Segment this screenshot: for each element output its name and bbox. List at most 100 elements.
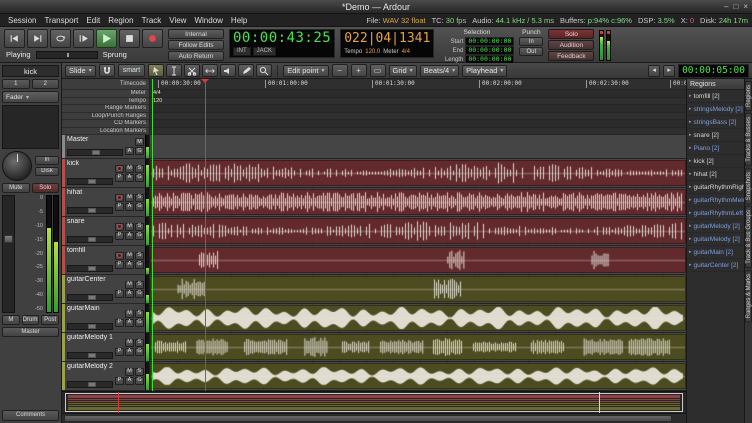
- track-gain-handle[interactable]: [88, 208, 96, 213]
- menu-region[interactable]: Region: [104, 16, 137, 25]
- region-list-item[interactable]: ▸Piano [2]: [687, 142, 744, 155]
- track-gain-handle[interactable]: [88, 353, 96, 358]
- track-g-button[interactable]: G: [135, 377, 144, 385]
- edit-mode-combo[interactable]: Slide▾: [65, 65, 96, 77]
- ruler-cell-loop-punch-ranges[interactable]: [150, 113, 686, 121]
- region-list-item[interactable]: ▸guitarRhythmMelody [2]: [687, 194, 744, 207]
- audio-region[interactable]: [150, 334, 686, 360]
- menu-edit[interactable]: Edit: [82, 16, 104, 25]
- audio-region[interactable]: [150, 305, 686, 331]
- track-gain-slider[interactable]: [67, 381, 113, 388]
- feedback-button[interactable]: Feedback: [548, 51, 594, 61]
- track-header-guitarmelody-2[interactable]: guitarMelody 2 MS PAG: [62, 362, 150, 391]
- audio-region[interactable]: [150, 276, 686, 302]
- monitor-in-button[interactable]: In: [35, 156, 59, 165]
- track-s-button[interactable]: S: [135, 165, 144, 173]
- expand-arrow-icon[interactable]: ▸: [689, 119, 692, 125]
- close-icon[interactable]: ×: [743, 3, 748, 11]
- internal-button[interactable]: Internal: [168, 29, 224, 39]
- nudge-back-button[interactable]: ◂: [648, 65, 660, 77]
- track-canvas-guitarmain[interactable]: [150, 304, 686, 333]
- pan-knob[interactable]: [2, 151, 32, 181]
- ruler-label-range-markers[interactable]: Range Markers: [62, 105, 150, 113]
- track-canvas-hihat[interactable]: [150, 188, 686, 217]
- track-gain-slider[interactable]: [67, 149, 123, 156]
- track-s-button[interactable]: S: [135, 281, 144, 289]
- nudge-clock[interactable]: 00:00:05:00: [678, 64, 749, 78]
- expand-arrow-icon[interactable]: ▸: [689, 106, 692, 112]
- region-list-item[interactable]: ▸tomfill [2]: [687, 90, 744, 103]
- monitor-disk-button[interactable]: Disk: [35, 167, 59, 176]
- track-gain-slider[interactable]: [67, 265, 113, 272]
- track-g-button[interactable]: G: [135, 290, 144, 298]
- region-list-item[interactable]: ▸guitarMain [2]: [687, 246, 744, 259]
- summary-view-rectangle[interactable]: [65, 393, 683, 412]
- track-m-button[interactable]: M: [125, 252, 134, 260]
- tempo-marker[interactable]: 120: [153, 98, 162, 105]
- menu-track[interactable]: Track: [138, 16, 166, 25]
- expand-arrow-icon[interactable]: ▸: [689, 249, 692, 255]
- track-header-hihat[interactable]: hihat MS PAG: [62, 188, 150, 217]
- follow-edits-button[interactable]: Follow Edits: [168, 40, 224, 50]
- track-s-button[interactable]: S: [135, 339, 144, 347]
- audition-button[interactable]: Audition: [548, 40, 594, 50]
- audition-tool-button[interactable]: [220, 64, 236, 77]
- sync-jack-button[interactable]: JACK: [253, 47, 276, 56]
- expand-arrow-icon[interactable]: ▸: [689, 210, 692, 216]
- strip-m-button[interactable]: M: [2, 315, 20, 325]
- track-s-button[interactable]: S: [135, 252, 144, 260]
- track-a-button[interactable]: A: [125, 348, 134, 356]
- ruler-label-loop-punch-ranges[interactable]: Loop/Punch Ranges: [62, 113, 150, 121]
- track-canvas-guitarmelody-2[interactable]: [150, 362, 686, 391]
- track-gain-handle[interactable]: [88, 266, 96, 271]
- track-canvas-snare[interactable]: [150, 217, 686, 246]
- edit-point-combo[interactable]: Edit point▾: [283, 65, 328, 77]
- track-p-button[interactable]: P: [115, 261, 124, 269]
- track-a-button[interactable]: A: [125, 377, 134, 385]
- track-gain-handle[interactable]: [88, 295, 96, 300]
- solo-button[interactable]: Solo: [548, 29, 594, 39]
- secondary-clock[interactable]: 022|04|1341: [344, 31, 430, 46]
- solo-button[interactable]: Solo: [32, 183, 60, 193]
- punch-in-button[interactable]: In: [519, 37, 543, 46]
- fader-mode-combo[interactable]: Fader▾: [2, 91, 59, 103]
- ruler-label-cd-markers[interactable]: CD Markers: [62, 120, 150, 128]
- comments-button[interactable]: Comments: [2, 410, 59, 421]
- expand-arrow-icon[interactable]: ▸: [689, 223, 692, 229]
- track-gain-slider[interactable]: [67, 236, 113, 243]
- track-p-button[interactable]: P: [115, 174, 124, 182]
- audio-region[interactable]: [150, 160, 686, 186]
- track-canvas-tomfill[interactable]: [150, 246, 686, 275]
- menu-help[interactable]: Help: [227, 16, 251, 25]
- track-gain-handle[interactable]: [88, 324, 96, 329]
- track-m-button[interactable]: M: [125, 165, 134, 173]
- track-name[interactable]: tomfill: [67, 247, 113, 254]
- zoom-focus-combo[interactable]: Playhead▾: [462, 65, 507, 77]
- track-m-button[interactable]: M: [125, 194, 134, 202]
- side-tab-snapshots[interactable]: Snapshots: [745, 168, 752, 204]
- input-button-1[interactable]: 1: [2, 79, 30, 89]
- ruler-cell-range-markers[interactable]: [150, 105, 686, 113]
- track-g-button[interactable]: G: [135, 319, 144, 327]
- track-gain-slider[interactable]: [67, 178, 113, 185]
- gain-fader[interactable]: [2, 195, 15, 313]
- track-name[interactable]: guitarCenter: [67, 276, 113, 283]
- ruler-label-meter[interactable]: Meter: [62, 90, 150, 98]
- track-g-button[interactable]: G: [135, 348, 144, 356]
- region-list-item[interactable]: ▸stringsMelody [2]: [687, 103, 744, 116]
- meter-value[interactable]: 4/4: [402, 49, 410, 55]
- expand-arrow-icon[interactable]: ▸: [689, 158, 692, 164]
- side-tab-track-bus-groups[interactable]: Track & Bus Groups: [745, 206, 752, 268]
- zoom-tool-button[interactable]: [256, 64, 272, 77]
- track-canvas-kick[interactable]: [150, 159, 686, 188]
- menu-view[interactable]: View: [165, 16, 190, 25]
- go-start-button[interactable]: [4, 29, 25, 48]
- audio-region[interactable]: [150, 218, 686, 244]
- menu-session[interactable]: Session: [4, 16, 40, 25]
- record-arm-button[interactable]: [115, 252, 124, 260]
- minimize-icon[interactable]: –: [724, 3, 728, 11]
- input-button-2[interactable]: 2: [32, 79, 60, 89]
- track-g-button[interactable]: G: [135, 232, 144, 240]
- track-header-guitarmelody-1[interactable]: guitarMelody 1 MS PAG: [62, 333, 150, 362]
- track-a-button[interactable]: A: [125, 174, 134, 182]
